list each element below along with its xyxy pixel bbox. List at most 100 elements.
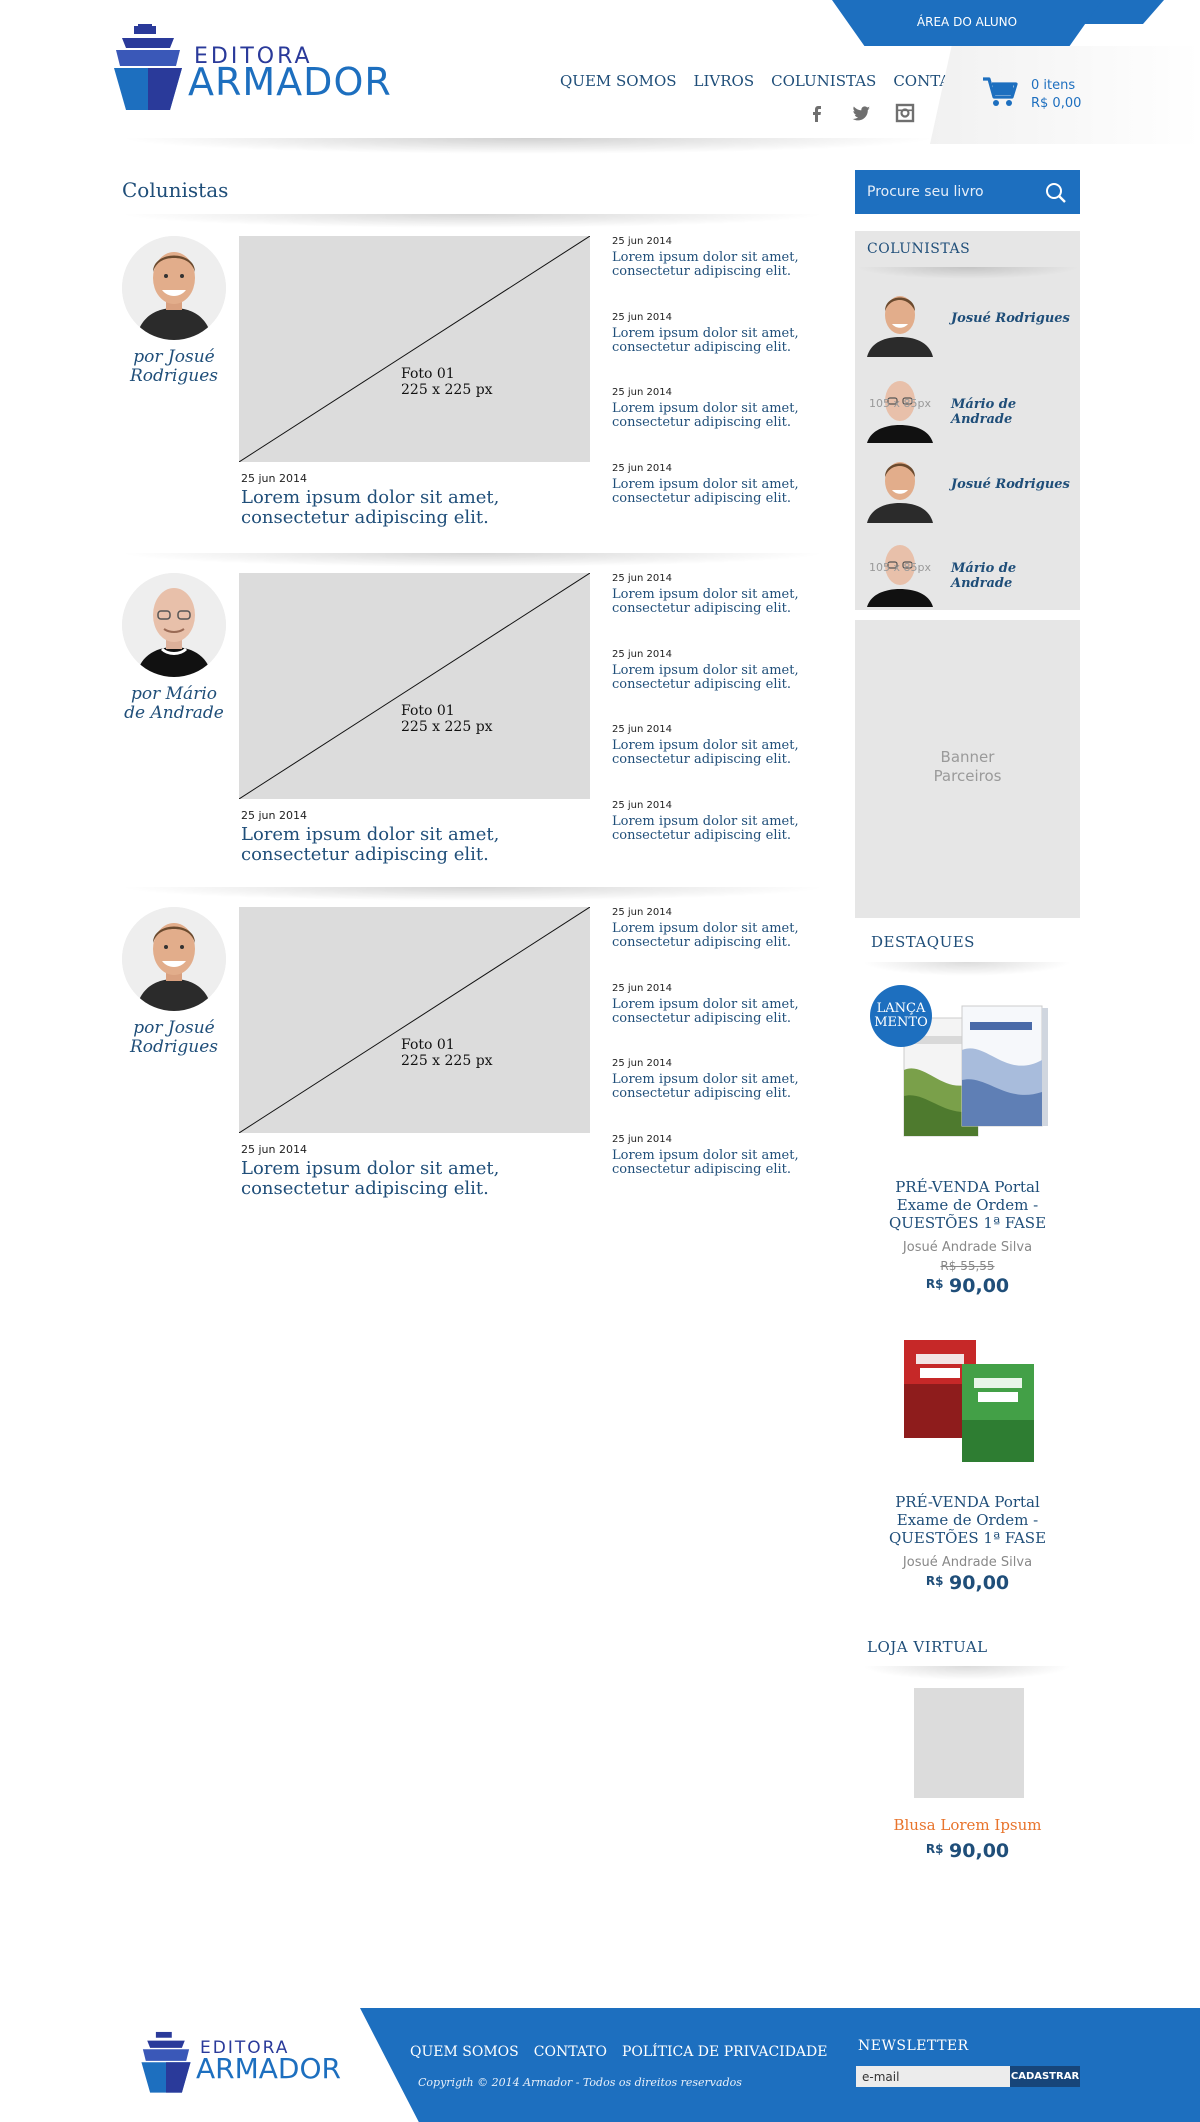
book-cover-image[interactable] — [902, 1336, 1037, 1466]
article-list: 25 jun 2014 Lorem ipsum dolor sit amet, c… — [612, 907, 812, 1209]
search-input[interactable] — [867, 180, 1027, 204]
author-name[interactable]: por Josué Rodrigues — [118, 348, 230, 386]
instagram-icon[interactable] — [894, 102, 916, 124]
list-item-link[interactable]: Lorem ipsum dolor sit amet, consectetur … — [612, 814, 812, 843]
list-item: 25 jun 2014 Lorem ipsum dolor sit amet, c… — [612, 800, 812, 876]
price-value: 90,00 — [949, 1840, 1010, 1862]
photo-placeholder-diagonal — [239, 907, 590, 1133]
columnist-link[interactable]: Josué Rodrigues — [861, 447, 1071, 523]
nav-quem-somos[interactable]: QUEM SOMOS — [560, 72, 677, 90]
newsletter-email-input[interactable] — [856, 2066, 1010, 2087]
product-card: PRÉ-VENDA Portal Exame de Ordem - QUESTÕ… — [855, 1493, 1080, 1594]
list-item: 25 jun 2014 Lorem ipsum dolor sit amet, c… — [612, 1058, 812, 1134]
badge-line: MENTO — [874, 1015, 928, 1030]
columnist-link[interactable]: 105 x 85px Mário de Andrade — [861, 531, 1071, 607]
footer-nav-contato[interactable]: CONTATO — [534, 2044, 607, 2060]
columnist-link[interactable]: 105 x 85px Mário de Andrade — [861, 367, 1071, 443]
columnist-name: Josué Rodrigues — [951, 477, 1070, 492]
loja-virtual-title: LOJA VIRTUAL — [867, 1638, 988, 1656]
colunistas-widget: COLUNISTAS Josué Rodrigues 105 x 85px Má… — [855, 231, 1080, 610]
nav-colunistas[interactable]: COLUNISTAS — [771, 72, 876, 90]
photo-placeholder[interactable]: Foto 01 225 x 225 px — [239, 573, 590, 799]
photo-placeholder[interactable]: Foto 01 225 x 225 px — [239, 907, 590, 1133]
partners-banner[interactable]: Banner Parceiros — [855, 620, 1080, 918]
author-avatar[interactable] — [122, 907, 226, 1011]
header-divider — [118, 138, 938, 154]
cart-widget[interactable]: 0 itens R$ 0,00 — [930, 46, 1200, 144]
list-item: 25 jun 2014 Lorem ipsum dolor sit amet, c… — [612, 463, 812, 539]
article-date: 25 jun 2014 — [241, 472, 307, 485]
ship-logo-icon — [141, 2031, 191, 2093]
product-price: R$ 90,00 — [855, 1275, 1080, 1297]
list-item: 25 jun 2014 Lorem ipsum dolor sit amet, c… — [612, 236, 812, 312]
ship-logo-icon — [114, 24, 182, 110]
area-do-aluno-link[interactable]: ÁREA DO ALUNO — [832, 0, 1102, 46]
author-avatar[interactable] — [122, 236, 226, 340]
list-item-link[interactable]: Lorem ipsum dolor sit amet, consectetur … — [612, 739, 812, 767]
product-name-link[interactable]: PRÉ-VENDA Portal Exame de Ordem - QUESTÕ… — [855, 1493, 1080, 1547]
currency-symbol: R$ — [925, 1574, 944, 1588]
article-headline-link[interactable]: Lorem ipsum dolor sit amet, consectetur … — [241, 488, 601, 528]
logo-word-armador: ARMADOR — [188, 60, 392, 104]
list-item: 25 jun 2014 Lorem ipsum dolor sit amet, c… — [612, 387, 812, 463]
list-item-link[interactable]: Lorem ipsum dolor sit amet, consectetur … — [612, 251, 812, 279]
list-item-link[interactable]: Lorem ipsum dolor sit amet, consectetur … — [612, 477, 812, 506]
colunistas-title: COLUNISTAS — [867, 241, 971, 257]
columnist-link[interactable]: Josué Rodrigues — [861, 281, 1071, 357]
list-item-link[interactable]: Lorem ipsum dolor sit amet, consectetur … — [612, 588, 812, 616]
destaques-title: DESTAQUES — [871, 933, 975, 951]
title-divider — [118, 214, 828, 228]
list-item-date: 25 jun 2014 — [612, 311, 672, 323]
photo-label: Foto 01 — [401, 366, 455, 382]
list-item-link[interactable]: Lorem ipsum dolor sit amet, consectetur … — [612, 663, 812, 692]
store-product-name-link[interactable]: Blusa Lorem Ipsum — [855, 1816, 1080, 1834]
lancamento-badge: LANÇA MENTO — [870, 985, 932, 1047]
store-product-price: R$ 90,00 — [855, 1840, 1080, 1862]
list-item-date: 25 jun 2014 — [612, 907, 672, 918]
product-name-link[interactable]: PRÉ-VENDA Portal Exame de Ordem - QUESTÕ… — [855, 1178, 1080, 1232]
main-nav: QUEM SOMOS LIVROS COLUNISTAS CONTATO — [560, 72, 972, 90]
search-icon[interactable] — [1045, 182, 1067, 204]
columnist-thumb: 105 x 85px — [861, 531, 939, 607]
list-item-link[interactable]: Lorem ipsum dolor sit amet, consectetur … — [612, 326, 812, 355]
nav-livros[interactable]: LIVROS — [694, 72, 755, 90]
columnist-thumb: 105 x 85px — [861, 367, 939, 443]
columnist-thumb — [861, 281, 939, 357]
list-item-link[interactable]: Lorem ipsum dolor sit amet, consectetur … — [612, 997, 812, 1026]
list-item-link[interactable]: Lorem ipsum dolor sit amet, consectetur … — [612, 1148, 812, 1177]
list-item-date: 25 jun 2014 — [612, 1133, 672, 1145]
facebook-icon[interactable] — [806, 102, 828, 124]
article-headline-link[interactable]: Lorem ipsum dolor sit amet, consectetur … — [241, 1159, 601, 1199]
site-footer: EDITORA ARMADOR QUEM SOMOS CONTATO POLÍT… — [0, 2008, 1200, 2122]
list-item-link[interactable]: Lorem ipsum dolor sit amet, consectetur … — [612, 402, 812, 430]
store-product-image[interactable] — [914, 1688, 1024, 1798]
social-links — [806, 102, 916, 124]
list-item: 25 jun 2014 Lorem ipsum dolor sit amet, c… — [612, 1134, 812, 1210]
section-divider — [862, 962, 1072, 976]
newsletter-submit-button[interactable]: CADASTRAR — [1010, 2066, 1080, 2087]
price-value: 90,00 — [949, 1275, 1010, 1297]
photo-label: Foto 01 — [401, 1037, 455, 1053]
author-name[interactable]: por Josué Rodrigues — [118, 1019, 230, 1057]
twitter-icon[interactable] — [850, 102, 872, 124]
product-author: Josué Andrade Silva — [902, 1555, 1033, 1570]
block-divider — [118, 553, 828, 567]
site-logo[interactable]: EDITORA ARMADOR — [112, 24, 391, 114]
photo-size-label: 225 x 225 px — [401, 719, 493, 735]
footer-nav-quem-somos[interactable]: QUEM SOMOS — [410, 2044, 519, 2060]
footer-logo[interactable]: EDITORA ARMADOR — [140, 2030, 360, 2100]
store-product-card: Blusa Lorem Ipsum R$ 90,00 — [855, 1816, 1080, 1862]
photo-placeholder-diagonal — [239, 573, 590, 799]
author-name[interactable]: por Mário de Andrade — [118, 685, 230, 723]
cart-total: R$ 0,00 — [1031, 96, 1082, 111]
copyright-text: Copyrigth © 2014 Armador - Todos os dire… — [418, 2076, 742, 2089]
list-item-link[interactable]: Lorem ipsum dolor sit amet, consectetur … — [612, 922, 812, 950]
article-headline-link[interactable]: Lorem ipsum dolor sit amet, consectetur … — [241, 825, 601, 865]
list-item-link[interactable]: Lorem ipsum dolor sit amet, consectetur … — [612, 1073, 812, 1101]
photo-placeholder[interactable]: Foto 01 225 x 225 px — [239, 236, 590, 462]
page-title: Colunistas — [122, 178, 229, 202]
author-avatar[interactable] — [122, 573, 226, 677]
footer-nav-privacidade[interactable]: POLÍTICA DE PRIVACIDADE — [622, 2044, 828, 2060]
section-divider — [862, 1666, 1072, 1680]
banner-sublabel: Parceiros — [933, 767, 1002, 785]
